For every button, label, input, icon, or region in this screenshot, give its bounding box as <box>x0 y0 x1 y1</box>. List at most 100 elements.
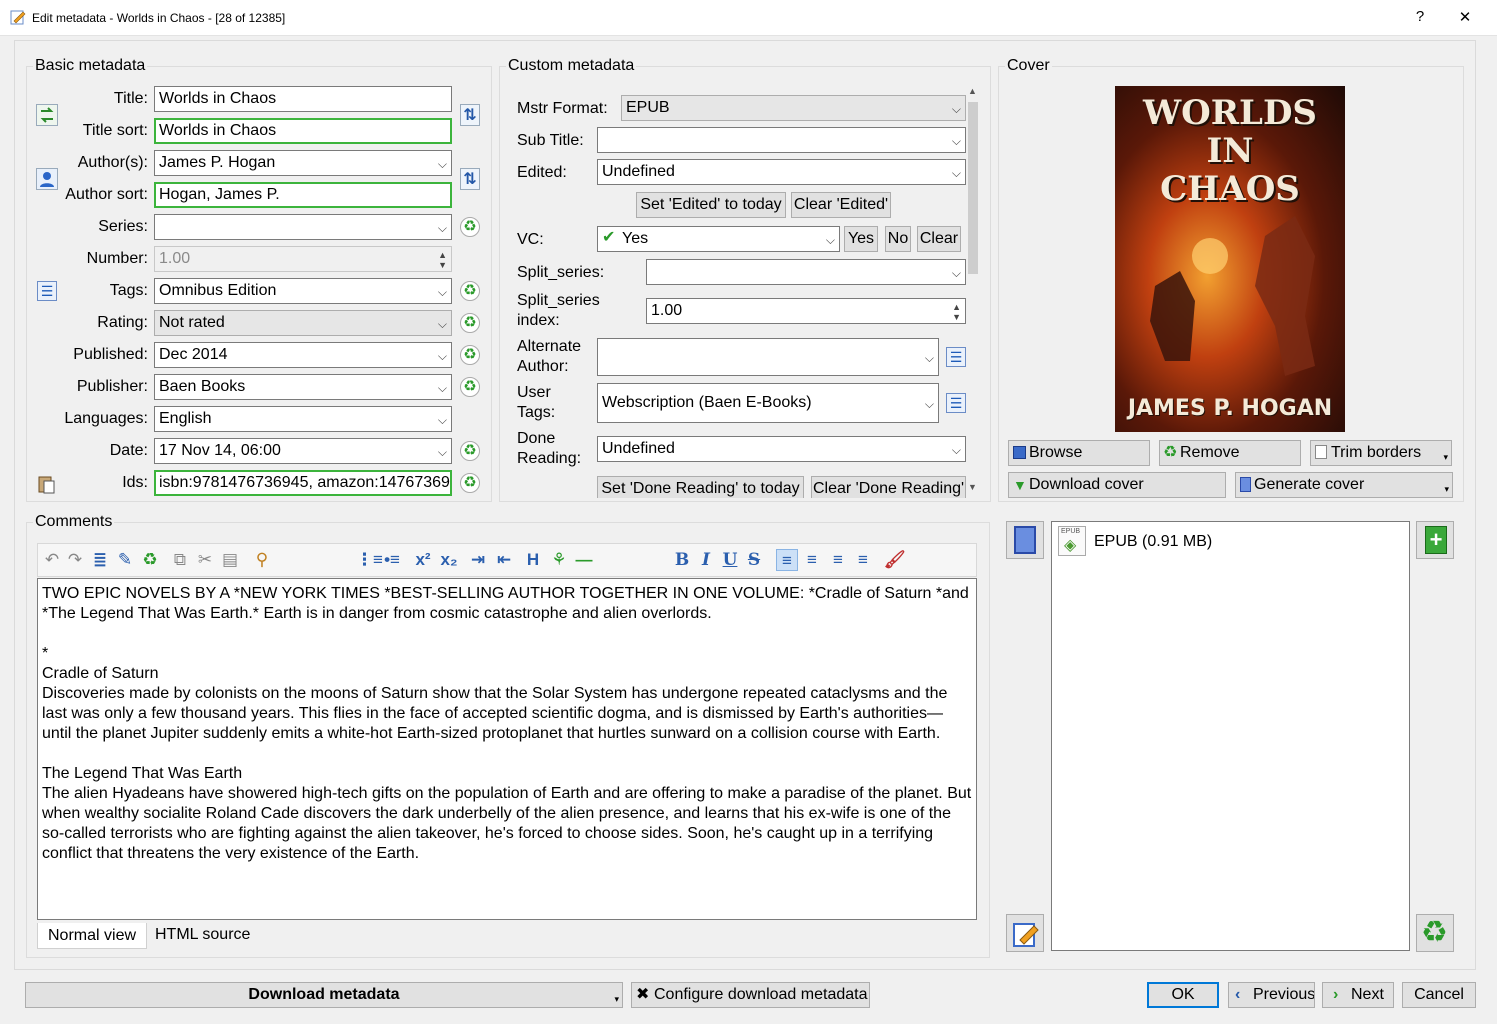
trim-borders-button[interactable]: Trim borders ▾ <box>1310 440 1452 466</box>
unordered-list-icon[interactable]: •≡ <box>382 549 402 571</box>
date-combo[interactable]: 17 Nov 14, 06:00 ⌵ <box>154 438 452 464</box>
languages-combo[interactable]: English ⌵ <box>154 406 452 432</box>
clear-comments-icon[interactable]: ♻ <box>140 549 160 571</box>
indent-icon[interactable]: ⇥ <box>468 549 488 571</box>
sort-title-icon[interactable]: ⇅ <box>460 104 480 126</box>
authors-combo[interactable]: James P. Hogan ⌵ <box>154 150 452 176</box>
next-button[interactable]: › Next <box>1322 982 1394 1008</box>
edited-combo[interactable]: Undefined ⌵ <box>597 159 966 185</box>
align-justify-icon[interactable]: ≡ <box>853 549 873 571</box>
ids-input[interactable]: isbn:9781476736945, amazon:147673694 <box>154 470 452 496</box>
subscript-icon[interactable]: x₂ <box>438 549 460 571</box>
sub-title-combo[interactable]: ⌵ <box>597 127 966 153</box>
number-spinbox[interactable]: 1.00 ▲ ▼ <box>154 246 452 272</box>
set-edited-today-button[interactable]: Set 'Edited' to today <box>636 192 786 218</box>
remove-cover-button[interactable]: ♻ Remove <box>1159 440 1301 466</box>
rating-combo[interactable]: Not rated ⌵ <box>154 310 452 336</box>
add-format-button[interactable]: + <box>1416 521 1454 559</box>
align-left-icon[interactable]: ≡ <box>776 549 798 571</box>
user-tags-combo[interactable]: Webscription (Baen E-Books) ⌵ <box>597 383 939 423</box>
mstr-format-combo[interactable]: EPUB ⌵ <box>621 95 966 121</box>
sort-author-icon[interactable]: ⇅ <box>460 168 480 190</box>
format-list-item[interactable]: EPUB (0.91 MB) <box>1094 533 1212 551</box>
scroll-down-icon[interactable]: ▼ <box>968 482 977 492</box>
clear-tags-icon[interactable]: ♻ <box>460 281 480 301</box>
help-button[interactable]: ? <box>1410 8 1430 25</box>
split-series-combo[interactable]: ⌵ <box>646 259 966 285</box>
download-cover-button[interactable]: ▼ Download cover <box>1008 472 1226 498</box>
publisher-combo[interactable]: Baen Books ⌵ <box>154 374 452 400</box>
trim-borders-label: Trim borders <box>1331 444 1422 461</box>
alternate-author-list-icon[interactable]: ☰ <box>946 347 966 367</box>
superscript-icon[interactable]: x² <box>412 549 434 571</box>
vc-yes-button[interactable]: Yes <box>844 226 878 252</box>
heading-icon[interactable]: H <box>523 549 543 571</box>
previous-button[interactable]: ‹ Previous <box>1228 982 1315 1008</box>
redo-icon[interactable]: ↷ <box>65 549 85 571</box>
undo-icon[interactable]: ↶ <box>42 549 62 571</box>
clear-series-icon[interactable]: ♻ <box>460 217 480 237</box>
text-color-icon[interactable]: 🖌 <box>884 549 906 571</box>
clear-done-reading-button[interactable]: Clear 'Done Reading' <box>811 476 966 498</box>
title-input[interactable]: Worlds in Chaos <box>154 86 452 112</box>
series-combo[interactable]: ⌵ <box>154 214 452 240</box>
published-combo[interactable]: Dec 2014 ⌵ <box>154 342 452 368</box>
spin-arrows-icon[interactable]: ▲ ▼ <box>438 250 447 270</box>
chevron-down-icon: ⌵ <box>437 413 447 427</box>
vc-clear-button[interactable]: Clear <box>917 226 961 252</box>
custom-metadata-scrollbar[interactable]: ▲ ▼ <box>966 86 980 498</box>
set-done-reading-today-button[interactable]: Set 'Done Reading' to today <box>597 476 804 498</box>
paste-icon[interactable]: ▤ <box>220 549 240 571</box>
clear-rating-icon[interactable]: ♻ <box>460 313 480 333</box>
comments-editor[interactable]: TWO EPIC NOVELS BY A *NEW YORK TIMES *BE… <box>37 578 977 920</box>
block-style-icon[interactable]: ⚘ <box>549 549 569 571</box>
align-right-icon[interactable]: ≡ <box>828 549 848 571</box>
split-series-index-spinbox[interactable]: 1.00 ▲ ▼ <box>646 298 966 324</box>
ok-button[interactable]: OK <box>1147 982 1219 1008</box>
done-reading-combo[interactable]: Undefined ⌵ <box>597 436 966 462</box>
copy-icon[interactable]: ⧉ <box>170 549 190 571</box>
author-sort-input[interactable]: Hogan, James P. <box>154 182 452 208</box>
title-sort-input[interactable]: Worlds in Chaos <box>154 118 452 144</box>
ordered-list-icon[interactable]: ⋮≡ <box>356 549 383 571</box>
configure-download-metadata-button[interactable]: ✖ Configure download metadata <box>631 982 870 1008</box>
vc-combo[interactable]: ✔ Yes ⌵ <box>597 226 840 252</box>
clear-published-icon[interactable]: ♻ <box>460 345 480 365</box>
remove-format-button[interactable]: ♻ <box>1416 914 1454 952</box>
scrollbar-thumb[interactable] <box>968 102 978 274</box>
scroll-up-icon[interactable]: ▲ <box>968 86 977 96</box>
set-cover-from-format-button[interactable] <box>1006 521 1044 559</box>
user-tags-list-icon[interactable]: ☰ <box>946 393 966 413</box>
vc-no-button[interactable]: No <box>885 226 911 252</box>
cancel-button[interactable]: Cancel <box>1402 982 1476 1008</box>
eraser-icon[interactable]: ✎ <box>115 549 135 571</box>
formats-list[interactable]: EPUB ◈ EPUB (0.91 MB) <box>1051 521 1410 951</box>
italic-icon[interactable]: I <box>696 549 716 571</box>
clear-edited-button[interactable]: Clear 'Edited' <box>791 192 891 218</box>
strikethrough-icon[interactable]: S <box>744 549 764 571</box>
title-sort-label: Title sort: <box>82 122 148 139</box>
bold-icon[interactable]: B <box>672 549 692 571</box>
spin-arrows-icon[interactable]: ▲ ▼ <box>952 302 961 322</box>
edit-format-metadata-button[interactable] <box>1006 914 1044 952</box>
close-button[interactable]: ✕ <box>1455 8 1475 26</box>
alternate-author-combo[interactable]: ⌵ <box>597 338 939 376</box>
cut-icon[interactable]: ✂ <box>195 549 215 571</box>
insert-link-icon[interactable]: ⚲ <box>252 549 272 571</box>
tab-normal-view[interactable]: Normal view <box>37 923 148 949</box>
outdent-icon[interactable]: ⇤ <box>494 549 514 571</box>
browse-cover-label: Browse <box>1029 444 1083 461</box>
select-all-icon[interactable]: ≣ <box>90 549 110 571</box>
tags-combo[interactable]: Omnibus Edition ⌵ <box>154 278 452 304</box>
tab-html-source[interactable]: HTML source <box>145 922 260 948</box>
add-format-icon: + <box>1425 526 1447 554</box>
clear-date-icon[interactable]: ♻ <box>460 441 480 461</box>
clear-publisher-icon[interactable]: ♻ <box>460 377 480 397</box>
browse-cover-button[interactable]: Browse <box>1008 440 1150 466</box>
horizontal-rule-icon[interactable]: — <box>574 549 594 571</box>
underline-icon[interactable]: U <box>720 549 740 571</box>
generate-cover-button[interactable]: Generate cover ▾ <box>1235 472 1453 498</box>
align-center-icon[interactable]: ≡ <box>802 549 822 571</box>
clear-ids-icon[interactable]: ♻ <box>460 473 480 493</box>
download-metadata-button[interactable]: Download metadata ▾ <box>25 982 623 1008</box>
